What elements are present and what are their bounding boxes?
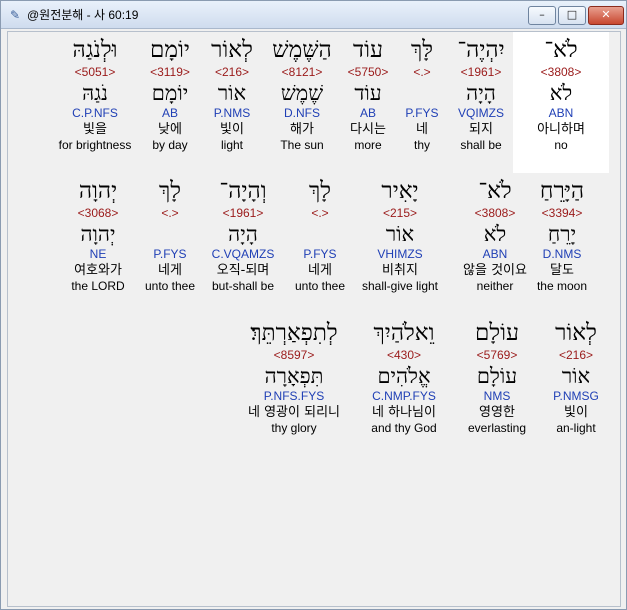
title-bar[interactable]: ✎ @원전분해 - 사 60:19 – □ ✕ xyxy=(1,1,626,29)
strong-number: <5769> xyxy=(476,348,518,362)
strong-number: <430> xyxy=(386,348,422,362)
word-cell[interactable]: לֹא־ <3808> לֹא ABN 않을 것이요 neither xyxy=(447,177,543,294)
hebrew-word: לֹא־ xyxy=(478,178,512,204)
strong-number: <3808> xyxy=(474,206,516,220)
word-cell[interactable]: וּלְנֹגַהּ <5051> נֹגַהּ C.P.NFS 빛을 for … xyxy=(40,36,150,153)
app-window: ✎ @원전분해 - 사 60:19 – □ ✕ לֹא־ <3808> לֹא … xyxy=(0,0,627,610)
hebrew-word: לְתִפְאַרְתֵּךְ׃ xyxy=(250,320,338,346)
korean-gloss: 여호와가 xyxy=(74,263,122,278)
parsing-code: NMS xyxy=(483,389,511,403)
parsing-code: C.P.NFS xyxy=(72,106,118,120)
strong-number: <3068> xyxy=(77,206,119,220)
minimize-button[interactable]: – xyxy=(528,6,556,25)
english-gloss: for brightness xyxy=(58,138,132,152)
parsing-code: NE xyxy=(89,247,107,261)
strong-number: <8597> xyxy=(273,348,315,362)
korean-gloss: 네 하나님이 xyxy=(372,405,436,420)
english-gloss: everlasting xyxy=(467,421,527,435)
window-title: @원전분해 - 사 60:19 xyxy=(27,8,139,22)
word-cell[interactable]: יְהוָה <3068> יְהוָה NE 여호와가 the LORD xyxy=(50,177,146,294)
lemma: תִּפְאָרָה xyxy=(264,364,324,388)
english-gloss: neither xyxy=(476,279,514,293)
english-gloss: thy glory xyxy=(271,421,317,435)
parsing-code: P.NFS.FYS xyxy=(263,389,325,403)
english-gloss: the LORD xyxy=(71,279,125,293)
parsing-code: C.NMP.FYS xyxy=(372,389,436,403)
parsing-code: ABN xyxy=(482,247,508,261)
lemma: עוֹלָם xyxy=(476,364,518,388)
lemma: יְהוָה xyxy=(80,222,116,246)
korean-gloss: 네 영광이 되리니 xyxy=(248,405,340,420)
strong-number: <5051> xyxy=(74,65,116,79)
maximize-button[interactable]: □ xyxy=(558,6,586,25)
korean-gloss: 빛을 xyxy=(83,122,107,137)
lemma: נֹגַהּ xyxy=(82,81,108,105)
hebrew-word: יְהוָה xyxy=(78,178,118,204)
hebrew-word: וּלְנֹגַהּ xyxy=(72,37,118,63)
close-button[interactable]: ✕ xyxy=(588,6,624,25)
korean-gloss: 않을 것이요 xyxy=(463,263,527,278)
korean-gloss: 영영한 xyxy=(479,405,515,420)
interlinear-panel: לֹא־ <3808> לֹא ABN 아니하며 no יִהְיֶה־ <19… xyxy=(7,31,621,607)
hebrew-word: עוֹלָם xyxy=(474,320,519,346)
word-cell[interactable]: לְתִפְאַרְתֵּךְ׃ <8597> תִּפְאָרָה P.NFS… xyxy=(234,319,354,436)
word-cell[interactable]: עוֹלָם <5769> עוֹלָם NMS 영영한 everlasting xyxy=(449,319,545,436)
lemma: אֱלֹהִים xyxy=(377,364,431,388)
word-cell[interactable]: וֵאלֹהַיִךְ <430> אֱלֹהִים C.NMP.FYS 네 하… xyxy=(352,319,456,436)
hebrew-word: וֵאלֹהַיִךְ xyxy=(373,320,435,346)
english-gloss: and thy God xyxy=(371,421,437,435)
lemma: לֹא xyxy=(483,222,507,246)
app-icon: ✎ xyxy=(9,8,21,22)
